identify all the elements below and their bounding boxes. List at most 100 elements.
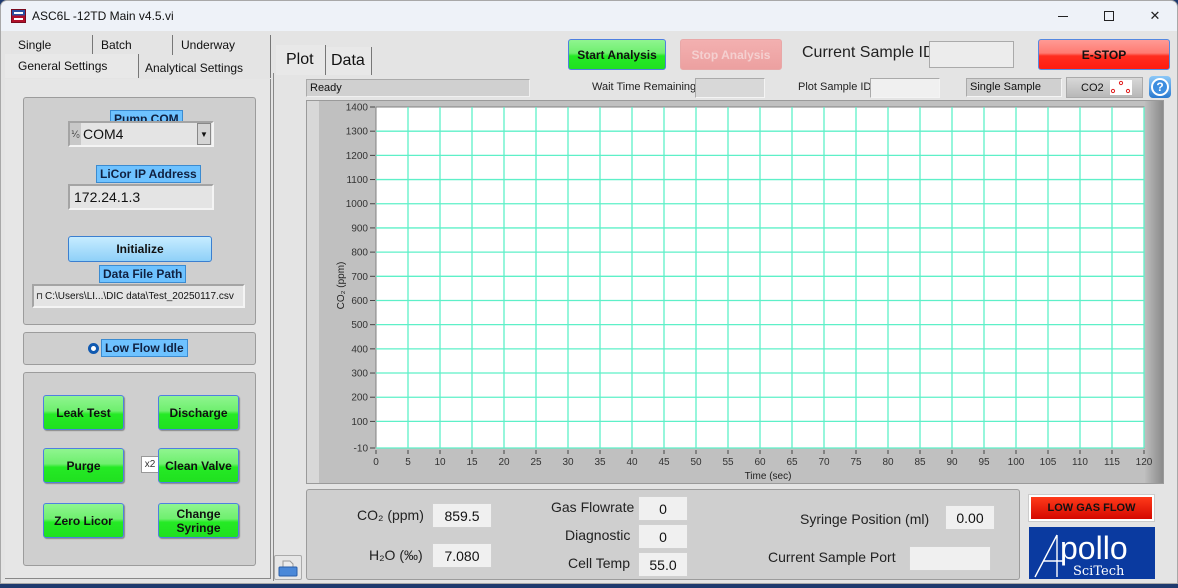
stop-analysis-button[interactable]: Stop Analysis xyxy=(680,39,782,70)
x-tick-label: 100 xyxy=(1008,457,1025,468)
gas-flowrate-value: 0 xyxy=(638,496,688,521)
low-flow-idle-label[interactable]: Low Flow Idle xyxy=(101,339,188,357)
tab-batch[interactable]: Batch xyxy=(93,35,173,55)
y-tick-label: 700 xyxy=(351,272,368,283)
tab-general-settings[interactable]: General Settings xyxy=(5,54,139,78)
y-tick-label: 800 xyxy=(351,248,368,259)
pump-com-value: COM4 xyxy=(83,126,124,142)
data-file-path-value: C:\Users\LI...\DIC data\Test_20250117.cs… xyxy=(45,290,234,302)
logo-text-pollo: pollo xyxy=(1060,530,1128,566)
change-syringe-line2: Syringe xyxy=(176,520,221,535)
discharge-button[interactable]: Discharge xyxy=(158,395,239,430)
purge-button[interactable]: Purge xyxy=(43,448,124,483)
tab-analytical-settings[interactable]: Analytical Settings xyxy=(139,54,271,78)
open-file-button[interactable] xyxy=(274,555,302,580)
y-tick-label: 1400 xyxy=(346,103,369,114)
minimize-button[interactable] xyxy=(1040,1,1086,31)
y-tick-label: 600 xyxy=(351,296,368,307)
labview-app-icon xyxy=(11,9,26,23)
legend-swatch-icon[interactable] xyxy=(1110,80,1132,95)
close-icon: ✕ xyxy=(1149,8,1161,23)
pump-com-select[interactable]: ⅟₀ COM4 ▼ xyxy=(68,121,214,147)
zero-licor-button[interactable]: Zero Licor xyxy=(43,503,124,538)
clean-valve-repeat-count[interactable]: x2 xyxy=(141,456,159,473)
readout-panel: CO₂ (ppm) 859.5 H₂O (‰) 7.080 Gas Flowra… xyxy=(306,489,1020,580)
idle-group: Low Flow Idle xyxy=(23,332,256,365)
y-tick-label: 1100 xyxy=(346,175,368,186)
x-tick-label: 70 xyxy=(818,457,830,468)
data-file-path-input[interactable]: ⊓ C:\Users\LI...\DIC data\Test_20250117.… xyxy=(32,284,245,308)
plot-sample-id-input[interactable] xyxy=(870,78,940,98)
x-tick-label: 15 xyxy=(466,457,478,468)
x-tick-label: 80 xyxy=(882,457,894,468)
tab-underway[interactable]: Underway xyxy=(173,35,271,55)
x-tick-label: 110 xyxy=(1072,457,1088,468)
x-tick-label: 105 xyxy=(1040,457,1057,468)
change-syringe-button[interactable]: Change Syringe xyxy=(158,503,239,538)
actions-group: Leak Test Discharge Purge x2 Clean Valve… xyxy=(23,372,256,566)
data-file-path-label: Data File Path xyxy=(99,265,187,283)
leak-test-button[interactable]: Leak Test xyxy=(43,395,124,430)
close-button[interactable]: ✕ xyxy=(1132,1,1177,31)
y-tick-label: 1000 xyxy=(346,199,369,210)
y-tick-label: -10 xyxy=(354,444,369,455)
x-tick-label: 50 xyxy=(690,457,702,468)
y-tick-label: 900 xyxy=(351,223,368,234)
low-gas-flow-text: LOW GAS FLOW xyxy=(1031,497,1152,519)
status-indicator: Ready xyxy=(306,79,530,97)
low-flow-idle-radio[interactable] xyxy=(88,343,99,354)
y-tick-label: 500 xyxy=(351,320,368,331)
cell-temp-label: Cell Temp xyxy=(568,555,630,571)
syringe-position-label: Syringe Position (ml) xyxy=(800,511,930,527)
minimize-icon xyxy=(1058,15,1068,17)
h2o-readout-value: 7.080 xyxy=(432,543,492,568)
co2-readout-label: CO₂ (ppm) xyxy=(357,507,424,523)
x-tick-label: 60 xyxy=(754,457,766,468)
connection-group: Pump COM ⅟₀ COM4 ▼ LiCor IP Address 172.… xyxy=(23,97,256,325)
estop-button[interactable]: E-STOP xyxy=(1038,39,1170,70)
x-tick-label: 40 xyxy=(626,457,638,468)
app-window: ASC6L -12TD Main v4.5.vi ✕ Single Batch … xyxy=(0,0,1178,584)
tab-data[interactable]: Data xyxy=(326,47,372,75)
taskbar xyxy=(0,584,1178,588)
help-icon: ? xyxy=(1151,78,1169,96)
current-sample-id-field xyxy=(929,41,1014,68)
start-analysis-button[interactable]: Start Analysis xyxy=(568,39,666,70)
wait-time-field xyxy=(695,78,765,98)
y-axis-label: CO₂ (ppm) xyxy=(336,262,347,310)
io-resource-icon: ⅟₀ xyxy=(70,123,81,145)
title-bar: ASC6L -12TD Main v4.5.vi ✕ xyxy=(1,1,1177,31)
maximize-button[interactable] xyxy=(1086,1,1132,31)
clean-valve-button[interactable]: Clean Valve xyxy=(158,448,239,483)
wait-time-label: Wait Time Remaining xyxy=(592,81,697,93)
logo-text-scitech: SciTech xyxy=(1073,564,1125,579)
tab-plot[interactable]: Plot xyxy=(276,45,326,75)
x-tick-label: 5 xyxy=(405,457,411,468)
current-sample-port-value xyxy=(909,546,991,571)
cell-temp-value: 55.0 xyxy=(638,552,688,577)
x-tick-label: 20 xyxy=(498,457,510,468)
legend-label: CO2 xyxy=(1081,81,1104,94)
x-tick-label: 10 xyxy=(434,457,446,468)
co2-chart[interactable]: 0 5 10 15 20 25 30 35 40 45 50 55 60 65 70 75 80 85 90 95 10… xyxy=(306,100,1164,484)
chevron-down-icon[interactable]: ▼ xyxy=(197,123,211,145)
initialize-button[interactable]: Initialize xyxy=(68,236,212,262)
apollo-scitech-logo: pollo SciTech xyxy=(1029,527,1155,579)
help-button[interactable]: ? xyxy=(1149,76,1171,98)
x-tick-label: 65 xyxy=(786,457,798,468)
low-gas-flow-indicator: LOW GAS FLOW xyxy=(1028,494,1155,522)
x-tick-label: 95 xyxy=(978,457,990,468)
x-tick-label: 115 xyxy=(1104,457,1120,468)
y-tick-label: 200 xyxy=(351,393,368,404)
y-tick-label: 400 xyxy=(351,344,368,355)
licor-ip-input[interactable]: 172.24.1.3 xyxy=(68,184,214,210)
y-tick-label: 1300 xyxy=(346,127,369,138)
tab-single[interactable]: Single xyxy=(5,35,93,55)
y-tick-label: 300 xyxy=(351,369,368,380)
maximize-icon xyxy=(1104,11,1114,21)
co2-readout-value: 859.5 xyxy=(432,503,492,528)
x-tick-label: 35 xyxy=(594,457,606,468)
window-title: ASC6L -12TD Main v4.5.vi xyxy=(32,9,174,23)
folder-icon xyxy=(278,560,298,576)
x-tick-label: 25 xyxy=(530,457,542,468)
